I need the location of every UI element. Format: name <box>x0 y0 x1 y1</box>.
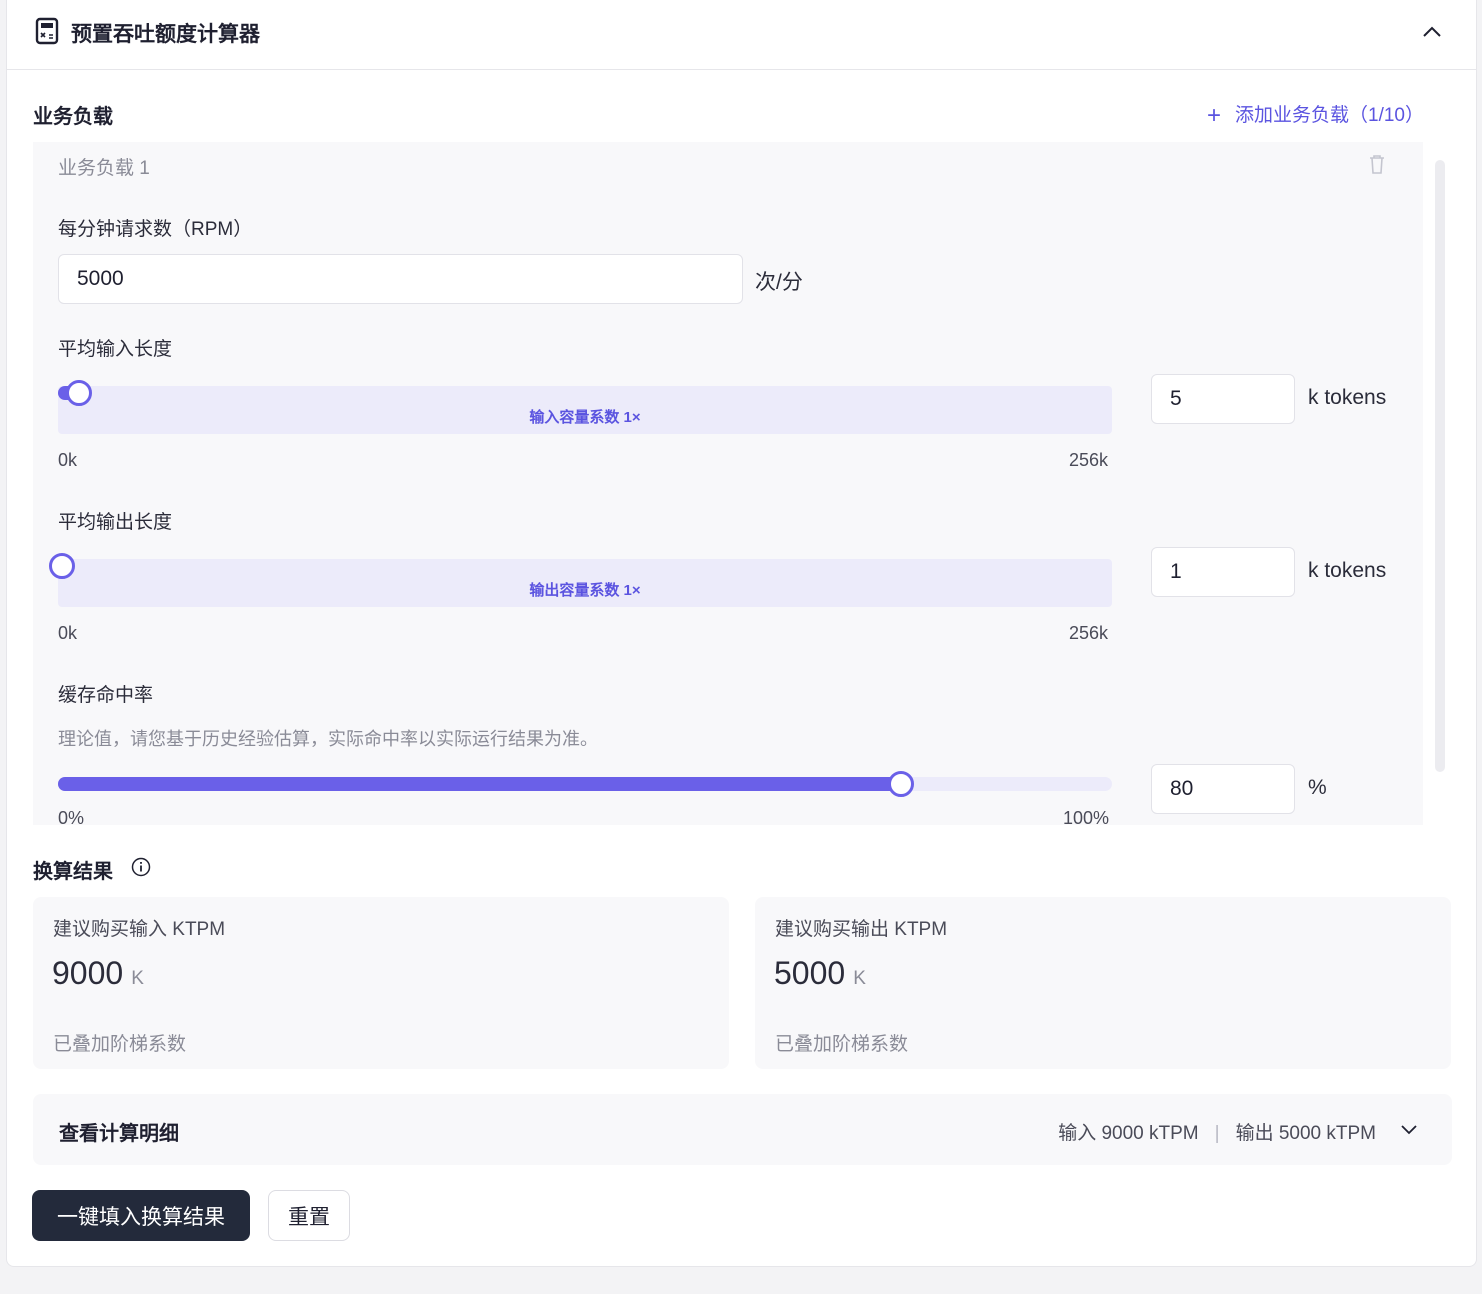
input-ktpm-note: 已叠加阶梯系数 <box>53 1034 187 1055</box>
calculation-detail-title: 查看计算明细 <box>59 1123 179 1145</box>
trash-icon[interactable] <box>1367 153 1387 175</box>
cache-max-label: 100% <box>1063 808 1110 825</box>
reset-button[interactable]: 重置 <box>268 1190 350 1241</box>
chevron-up-icon[interactable] <box>1419 20 1445 44</box>
output-length-thumb[interactable] <box>49 553 76 579</box>
input-length-unit: k tokens <box>1308 386 1387 409</box>
calculation-detail-toggle[interactable]: 查看计算明细 输入 9000 kTPM | 输出 5000 kTPM <box>33 1094 1452 1165</box>
output-length-unit: k tokens <box>1308 559 1387 582</box>
rpm-input[interactable]: 5000 <box>58 254 743 304</box>
output-ktpm-card: 建议购买输出 KTPM 5000 K 已叠加阶梯系数 <box>755 897 1451 1069</box>
input-ktpm-card: 建议购买输入 KTPM 9000 K 已叠加阶梯系数 <box>33 897 729 1069</box>
calculator-panel: 预置吞吐额度计算器 业务负载 + 添加业务负载（1/10） 业务负载 1 每分钟请… <box>6 0 1477 1267</box>
input-length-thumb[interactable] <box>65 380 92 406</box>
info-icon[interactable] <box>131 857 151 877</box>
panel-header[interactable]: 预置吞吐额度计算器 <box>7 0 1476 70</box>
input-min-label: 0k <box>58 450 78 470</box>
cache-hit-field[interactable]: 80 <box>1151 764 1295 814</box>
input-ktpm-value: 9000 <box>52 955 124 991</box>
calculation-detail-summary: 输入 9000 kTPM | 输出 5000 kTPM <box>1058 1118 1376 1145</box>
cache-hit-fill <box>58 777 902 791</box>
output-ktpm-label: 建议购买输出 KTPM <box>775 919 948 940</box>
page-title: 预置吞吐额度计算器 <box>71 23 260 46</box>
cache-hit-unit: % <box>1308 776 1327 799</box>
input-ktpm-value-row: 9000 K <box>52 955 144 992</box>
output-ktpm-unit: K <box>853 968 866 989</box>
output-max-label: 256k <box>1069 623 1109 643</box>
input-ktpm-label: 建议购买输入 KTPM <box>53 919 226 940</box>
detail-input-summary: 输入 9000 kTPM <box>1058 1123 1199 1144</box>
calculator-icon <box>35 17 59 45</box>
cache-hit-hint: 理论值，请您基于历史经验估算，实际命中率以实际运行结果为准。 <box>58 729 598 749</box>
apply-results-button[interactable]: 一键填入换算结果 <box>32 1190 250 1241</box>
workload-name: 业务负载 1 <box>58 158 150 179</box>
input-length-label: 平均输入长度 <box>58 339 173 360</box>
output-min-label: 0k <box>58 623 78 643</box>
detail-separator: | <box>1214 1123 1220 1144</box>
chevron-down-icon <box>1401 1125 1417 1135</box>
output-length-label: 平均输出长度 <box>58 512 173 533</box>
detail-output-summary: 输出 5000 kTPM <box>1235 1123 1376 1144</box>
input-max-label: 256k <box>1069 450 1109 470</box>
cache-hit-slider[interactable] <box>58 777 1112 791</box>
add-workload-label: 添加业务负载（1/10） <box>1235 105 1424 126</box>
input-ktpm-unit: K <box>131 968 144 989</box>
input-length-slider[interactable] <box>58 386 1112 400</box>
workload-scrollbar[interactable] <box>1435 160 1445 772</box>
cache-hit-label: 缓存命中率 <box>58 685 154 706</box>
input-length-field[interactable]: 5 <box>1151 374 1295 424</box>
rpm-label: 每分钟请求数（RPM） <box>58 219 253 240</box>
results-title: 换算结果 <box>33 861 113 883</box>
output-ktpm-value: 5000 <box>774 955 846 991</box>
workload-card: 业务负载 1 每分钟请求数（RPM） 5000 次/分 平均输入长度 输入容量系… <box>33 142 1423 825</box>
input-capacity-label: 输入容量系数 1× <box>529 409 641 426</box>
cache-hit-thumb[interactable] <box>888 771 915 797</box>
plus-icon: + <box>1207 102 1222 129</box>
rpm-unit: 次/分 <box>755 271 803 294</box>
add-workload-button[interactable]: + 添加业务负载（1/10） <box>1207 100 1424 130</box>
output-capacity-label: 输出容量系数 1× <box>529 582 641 599</box>
output-length-slider[interactable] <box>58 559 1112 573</box>
output-length-field[interactable]: 1 <box>1151 547 1295 597</box>
output-ktpm-note: 已叠加阶梯系数 <box>775 1034 909 1055</box>
workloads-section-title: 业务负载 <box>33 106 113 128</box>
cache-min-label: 0% <box>58 808 85 825</box>
output-ktpm-value-row: 5000 K <box>774 955 866 992</box>
